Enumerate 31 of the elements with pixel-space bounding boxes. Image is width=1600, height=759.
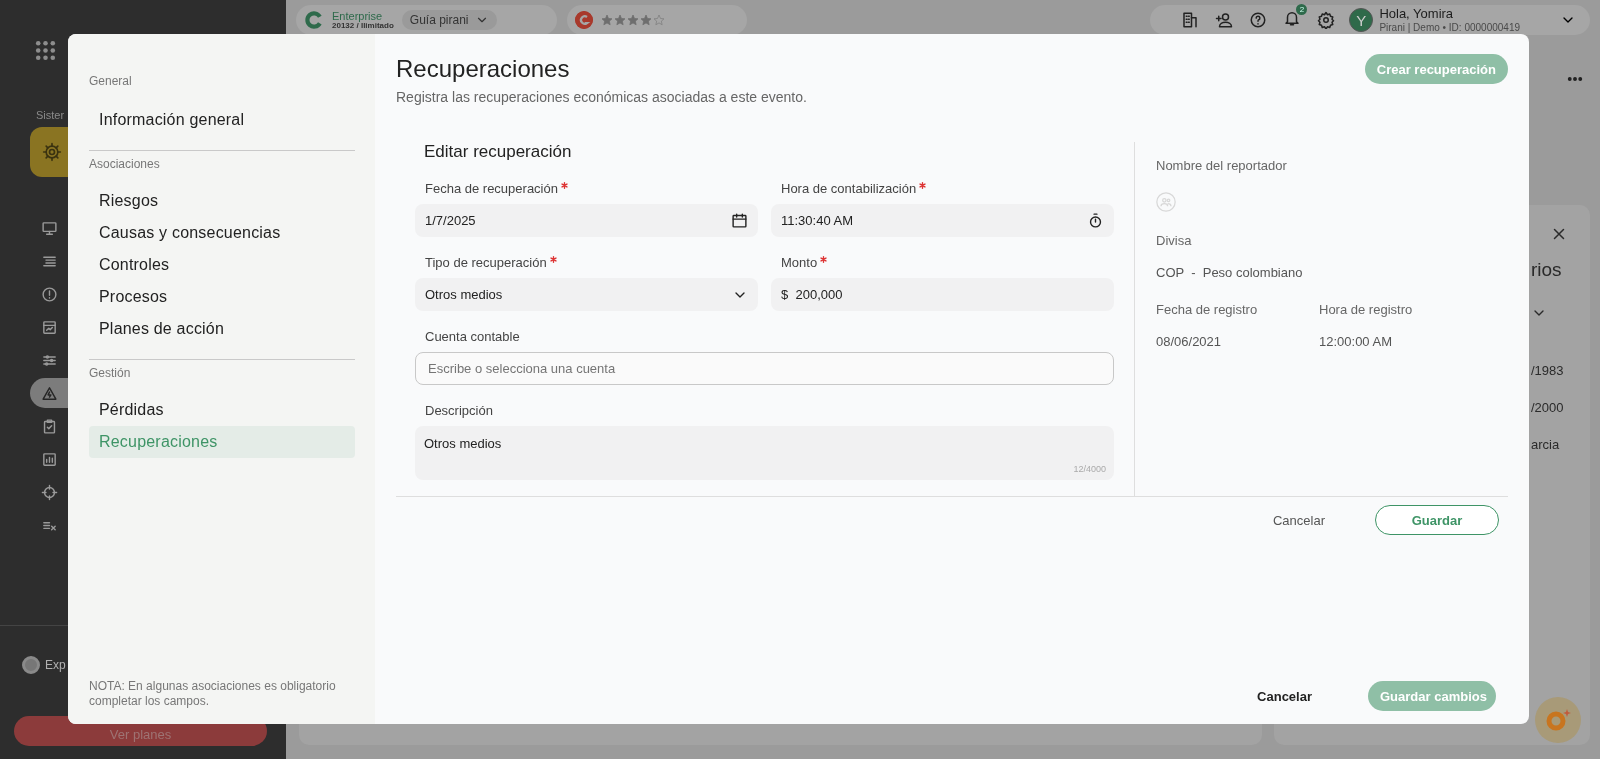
field-value: 12:00:00 AM (1319, 334, 1393, 349)
field-label: Nombre del reportador (1156, 158, 1288, 173)
field-value: 08/06/2021 (1156, 334, 1223, 349)
dialog-title: Recuperaciones (396, 55, 571, 83)
currency-value: COP - Peso colombiano (1156, 265, 1304, 280)
character-counter: 12/4000 (1073, 464, 1106, 474)
field-label: Fecha de registro (1156, 302, 1259, 317)
panel-title: rios (1531, 259, 1563, 281)
dialog-subtitle: Registra las recuperaciones económicas asociadas a este evento. (396, 89, 808, 105)
section-label: General (89, 74, 133, 88)
user-details: Pirani | Demo • ID: 0000000419 (1379, 21, 1520, 34)
field-label: Tipo de recuperación (425, 255, 547, 270)
table-cell-text: /1983 (1531, 363, 1565, 378)
field-label: Hora de contabilización (781, 181, 917, 196)
field-label: Hora de registro (1319, 302, 1414, 317)
field-label: Monto (781, 255, 818, 270)
table-cell-text: arcia (1531, 437, 1561, 452)
section-label: Gestión (89, 366, 132, 380)
user-greeting: Hola, Yomira (1379, 6, 1455, 22)
form-title: Editar recuperación (424, 142, 573, 162)
field-label: Fecha de recuperación (425, 181, 558, 196)
field-label: Descripción (425, 403, 493, 418)
section-label: Asociaciones (89, 157, 161, 171)
plan-name: Enterprise (332, 9, 384, 22)
note-text: NOTA: En algunas asociaciones es obligatorio completar los campos. (89, 678, 337, 710)
section-label: Sister (36, 109, 65, 121)
notification-badge: 2 (1296, 4, 1308, 15)
field-label: Cuenta contable (425, 329, 520, 344)
table-cell-text: /2000 (1531, 400, 1565, 415)
license-info: 20132 / Ilimitado (332, 21, 394, 31)
field-label: Divisa (1156, 233, 1193, 248)
